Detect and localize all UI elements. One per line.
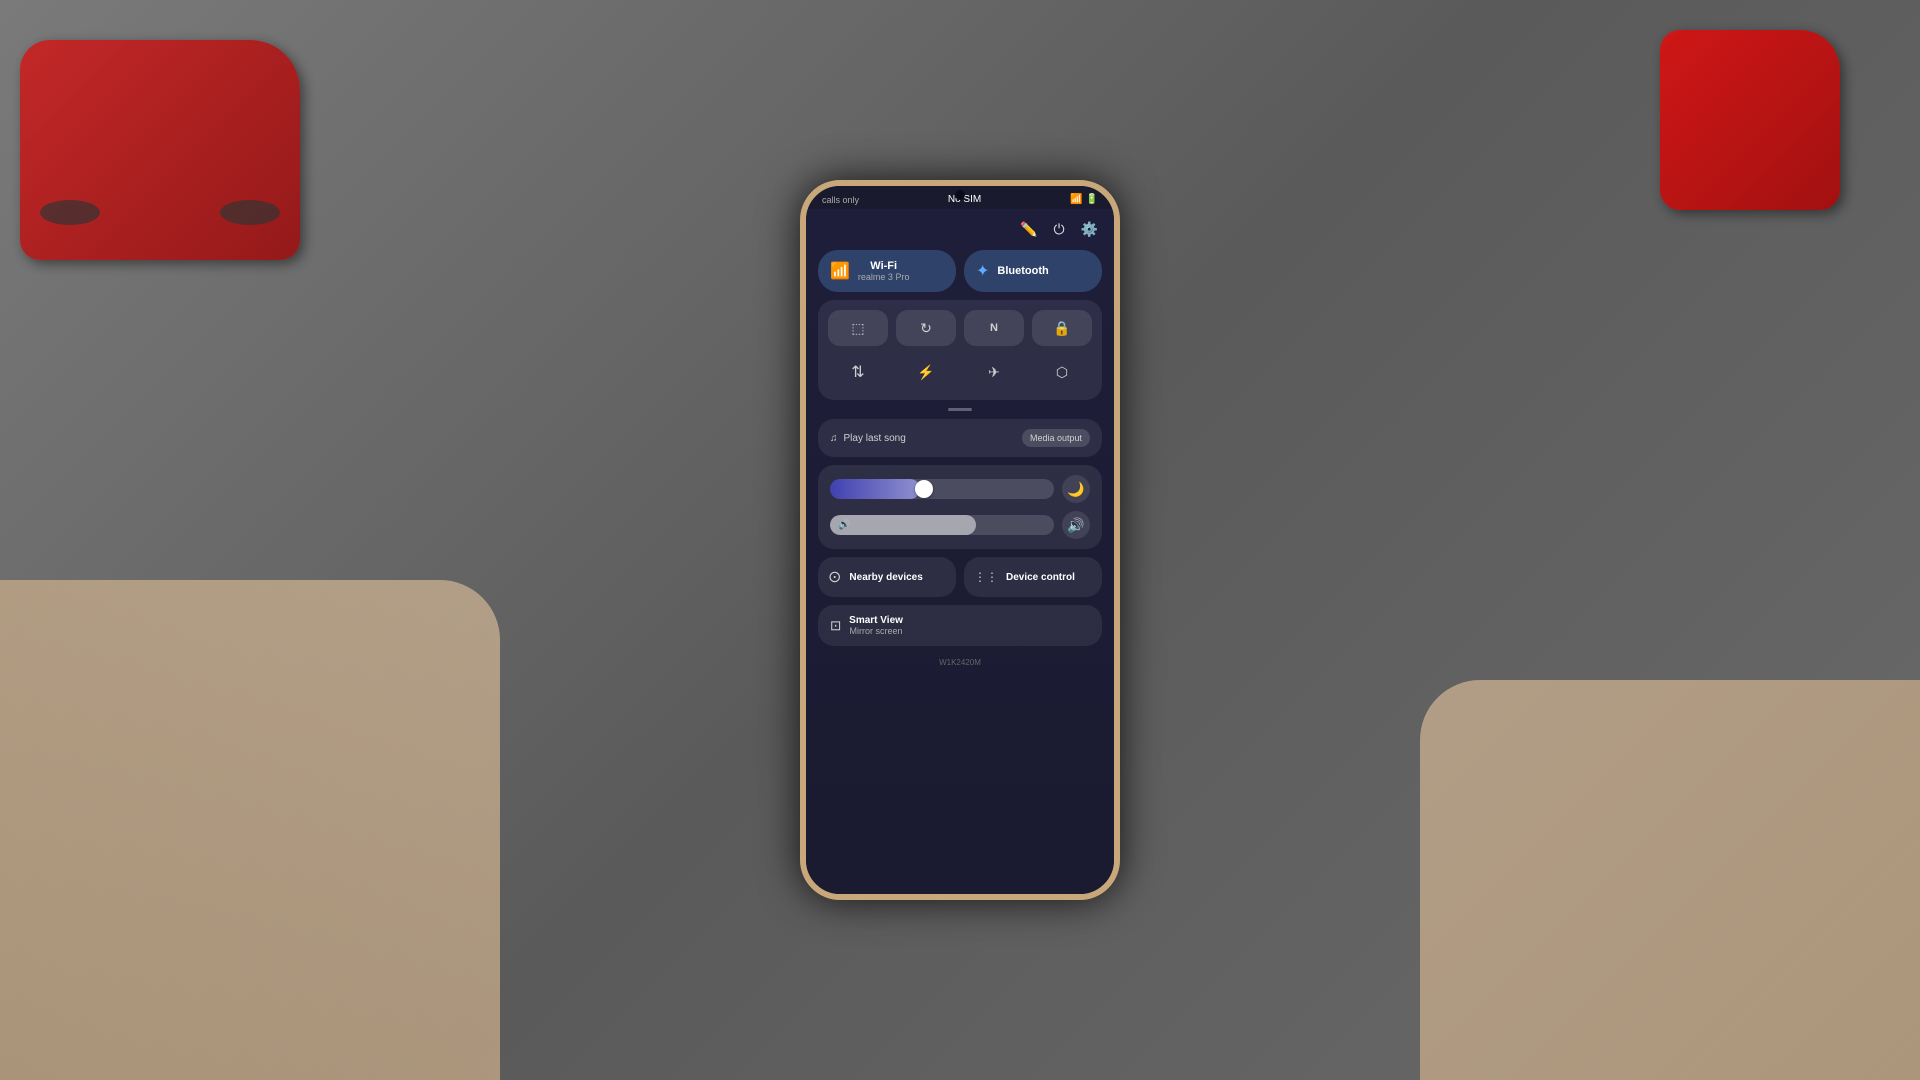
datasync-toggle[interactable]: ⇅ [828,354,888,390]
scroll-indicator [818,408,1102,411]
volume-track[interactable]: 🔊 [830,515,1054,535]
device-control-label: Device control [1006,572,1075,583]
brightness-fill [830,479,920,499]
flashlight-toggle[interactable]: ⚡ [896,354,956,390]
media-output-button[interactable]: Media output [1022,429,1090,447]
bottom-bar: W1K2420M [818,654,1102,671]
scroll-dot [948,408,972,411]
music-icon: ♫ [830,433,838,444]
phone: calls only No SIM 📶 🔋 ✏️ ⏻ ⚙️ 📶 Wi-Fi [800,180,1120,900]
media-label: Play last song [844,433,906,444]
device-control-icon: ⋮⋮ [974,570,998,584]
smart-view-sub: Mirror screen [849,626,903,636]
smart-view-text: Smart View Mirror screen [849,615,903,636]
wifi-toggle[interactable]: 📶 Wi-Fi realme 3 Pro [818,250,956,292]
main-toggles: 📶 Wi-Fi realme 3 Pro ✦ Bluetooth [818,250,1102,292]
device-control-button[interactable]: ⋮⋮ Device control [964,557,1102,597]
bluetooth-toggle[interactable]: ✦ Bluetooth [964,250,1102,292]
screenshot-toggle[interactable]: ⬚ [828,310,888,346]
icon-grid: ⬚ ↻ N 🔒 ⇅ ⚡ ✈ ⬡ [818,300,1102,400]
battery-icon: 🔋 [1086,194,1098,205]
media-info: ♫ Play last song [830,433,906,444]
smart-view-label: Smart View [849,615,903,626]
bottom-buttons: ⊙ Nearby devices ⋮⋮ Device control [818,557,1102,597]
sliders-section: 🌙 🔊 🔊 [818,465,1102,549]
nfc-toggle[interactable]: N [964,310,1024,346]
camera-notch [955,190,965,200]
bluetooth-text: Bluetooth [997,265,1048,277]
rotation-toggle[interactable]: ↻ [896,310,956,346]
quick-settings-panel: ✏️ ⏻ ⚙️ 📶 Wi-Fi realme 3 Pro ✦ Bluetooth [806,209,1114,894]
bluetooth-icon: ✦ [976,261,989,281]
toy-scooter [1660,30,1840,210]
settings-icon[interactable]: ⚙️ [1081,221,1098,238]
signal-icon: 📶 [1070,194,1082,205]
right-hand [1420,680,1920,1080]
volume-row: 🔊 🔊 [830,511,1090,539]
nearby-devices-icon: ⊙ [828,567,841,587]
screenlock-toggle[interactable]: 🔒 [1032,310,1092,346]
phone-wrapper: calls only No SIM 📶 🔋 ✏️ ⏻ ⚙️ 📶 Wi-Fi [800,180,1120,900]
brightness-thumb[interactable] [915,480,933,498]
edit-icon[interactable]: ✏️ [1020,221,1037,238]
bluetooth-label: Bluetooth [997,265,1048,277]
nearby-devices-label: Nearby devices [849,572,922,583]
power-icon[interactable]: ⏻ [1053,221,1064,238]
wifi-text: Wi-Fi realme 3 Pro [858,260,910,282]
toy-car-left [20,40,300,260]
status-icons: 📶 🔋 [1070,194,1098,205]
nearby-devices-button[interactable]: ⊙ Nearby devices [818,557,956,597]
wifi-icon: 📶 [830,261,850,281]
airplane-toggle[interactable]: ✈ [964,354,1024,390]
brightness-track[interactable] [830,479,1054,499]
smart-view-icon: ⊡ [830,618,841,634]
car-wheel-right [220,200,280,225]
volume-fill [830,515,976,535]
calls-only-label: calls only [822,195,859,205]
media-section[interactable]: ♫ Play last song Media output [818,419,1102,457]
car-wheel-left [40,200,100,225]
volume-button[interactable]: 🔊 [1062,511,1090,539]
volume-icon-inline: 🔊 [838,520,850,531]
night-mode-button[interactable]: 🌙 [1062,475,1090,503]
wifi-label: Wi-Fi [858,260,910,272]
smart-view-button[interactable]: ⊡ Smart View Mirror screen [818,605,1102,646]
brightness-row: 🌙 [830,475,1090,503]
toolbar-icons: ✏️ ⏻ ⚙️ [818,217,1102,242]
left-hand [0,580,500,1080]
batterysaver-toggle[interactable]: ⬡ [1032,354,1092,390]
wifi-sub: realme 3 Pro [858,272,910,282]
